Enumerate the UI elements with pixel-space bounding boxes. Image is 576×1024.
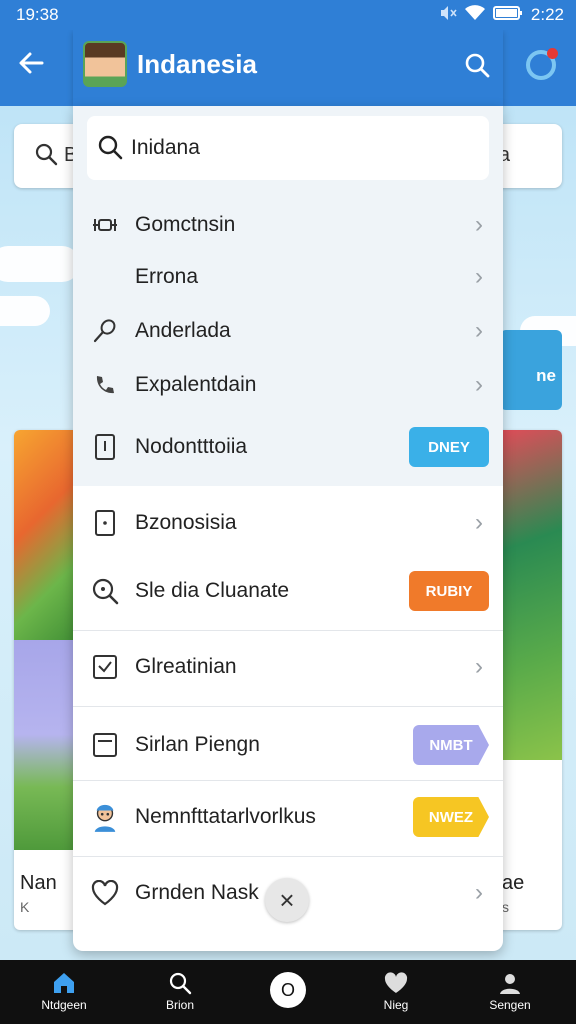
menu-item-label: Sle dia Cluanate xyxy=(135,579,290,602)
menu-item-label: Anderlada xyxy=(135,319,231,342)
heart-icon xyxy=(91,879,119,907)
chevron-right-icon: › xyxy=(475,653,483,680)
divider xyxy=(73,856,503,857)
person-icon xyxy=(462,968,558,998)
nav-item-home[interactable]: Ntdgeen xyxy=(16,968,112,1012)
drone-icon xyxy=(91,211,119,239)
center-circle-button[interactable]: O xyxy=(270,972,306,1008)
status-icons: 2:22 xyxy=(439,4,564,26)
nav-label: Nieg xyxy=(383,998,409,1012)
nav-item-favorites[interactable]: Nieg xyxy=(348,968,444,1012)
chevron-right-icon: › xyxy=(475,211,483,238)
wifi-icon xyxy=(464,4,485,26)
pen-icon xyxy=(91,317,119,345)
drawer-title: Indanesia xyxy=(137,49,257,79)
menu-item-8[interactable]: Sirlan Piengn NMBT xyxy=(73,718,503,772)
menu-badge: DNEY xyxy=(409,427,489,467)
nav-item-search[interactable]: Brion xyxy=(132,968,228,1012)
menu-item-6[interactable]: Sle dia Cluanate RUBIY xyxy=(73,564,503,618)
mute-icon xyxy=(439,5,457,26)
chevron-right-icon: › xyxy=(475,879,483,906)
menu-item-0[interactable]: Gomctnsin › xyxy=(73,198,503,252)
home-icon xyxy=(16,968,112,998)
tablet-icon xyxy=(91,433,119,461)
chevron-right-icon: › xyxy=(475,263,483,290)
status-bar: 19:38 2:22 xyxy=(0,0,576,30)
menu-item-5[interactable]: Bzonosisia › xyxy=(73,496,503,550)
menu-item-9[interactable]: Nemnfttatarlvorlkus NWEZ xyxy=(73,790,503,844)
background-banner[interactable]: ne xyxy=(500,330,562,410)
menu-badge: NMBT xyxy=(413,725,489,765)
status-time-left: 19:38 xyxy=(16,5,59,24)
notification-icon[interactable] xyxy=(526,48,558,80)
avatar[interactable] xyxy=(83,41,127,87)
nav-item-profile[interactable]: Sengen xyxy=(462,968,558,1012)
search-icon xyxy=(91,577,119,605)
menu-item-label: Gomctnsin xyxy=(135,213,236,236)
card-subtitle: s xyxy=(502,899,509,915)
menu-item-3[interactable]: Expalentdain › xyxy=(73,358,503,412)
bottom-navigation: Ntdgeen Brion O Nieg Sengen xyxy=(0,960,576,1024)
search-value: Inidana xyxy=(131,136,200,159)
phone-icon xyxy=(91,371,119,399)
nav-label: Ntdgeen xyxy=(41,998,87,1012)
menu-item-1[interactable]: Errona › xyxy=(73,250,503,304)
chevron-right-icon: › xyxy=(475,371,483,398)
checkbox-icon xyxy=(91,653,119,681)
close-button[interactable]: × xyxy=(265,878,309,922)
banner-text: ne xyxy=(536,366,556,385)
status-time-right: 2:22 xyxy=(530,5,564,24)
search-icon xyxy=(132,968,228,998)
search-icon xyxy=(34,142,58,172)
menu-item-label: Sirlan Piengn xyxy=(135,733,260,756)
heart-icon xyxy=(348,968,444,998)
chevron-right-icon: › xyxy=(475,509,483,536)
divider xyxy=(73,706,503,707)
card-title: ae xyxy=(502,872,525,894)
menu-item-label: Glreatinian xyxy=(135,655,237,678)
tablet-icon xyxy=(91,509,119,537)
menu-item-7[interactable]: Glreatinian › xyxy=(73,640,503,694)
menu-item-label: Errona xyxy=(135,265,199,288)
search-icon[interactable] xyxy=(463,51,491,84)
drawer-search-input[interactable]: Inidana xyxy=(87,116,489,180)
menu-item-2[interactable]: Anderlada › xyxy=(73,304,503,358)
divider xyxy=(73,780,503,781)
character-icon xyxy=(91,803,119,832)
menu-item-label: Nodontttoiia xyxy=(135,435,248,458)
menu-item-label: Expalentdain xyxy=(135,373,257,396)
notification-dot xyxy=(547,48,558,59)
battery-icon xyxy=(492,5,523,26)
chevron-right-icon: › xyxy=(475,317,483,344)
menu-item-4[interactable]: Nodontttoiia DNEY xyxy=(73,420,503,474)
doc-icon xyxy=(91,731,119,759)
menu-item-label: Bzonosisia xyxy=(135,511,237,534)
nav-label: Sengen xyxy=(489,998,531,1012)
drawer-menu: Inidana Gomctnsin › Errona › Anderlada ›… xyxy=(73,106,503,951)
back-arrow-icon[interactable] xyxy=(18,50,44,82)
menu-badge: RUBIY xyxy=(409,571,489,611)
menu-item-label: Grnden Nask xyxy=(135,881,259,904)
search-icon xyxy=(97,134,123,165)
cloud xyxy=(0,246,80,282)
menu-badge: NWEZ xyxy=(413,797,489,837)
drawer-header: Indanesia xyxy=(73,30,503,106)
cloud xyxy=(0,296,50,326)
card-title: Nan xyxy=(20,872,57,894)
nav-label: Brion xyxy=(165,998,194,1012)
divider xyxy=(73,630,503,631)
menu-item-label: Nemnfttatarlvorlkus xyxy=(135,805,316,828)
